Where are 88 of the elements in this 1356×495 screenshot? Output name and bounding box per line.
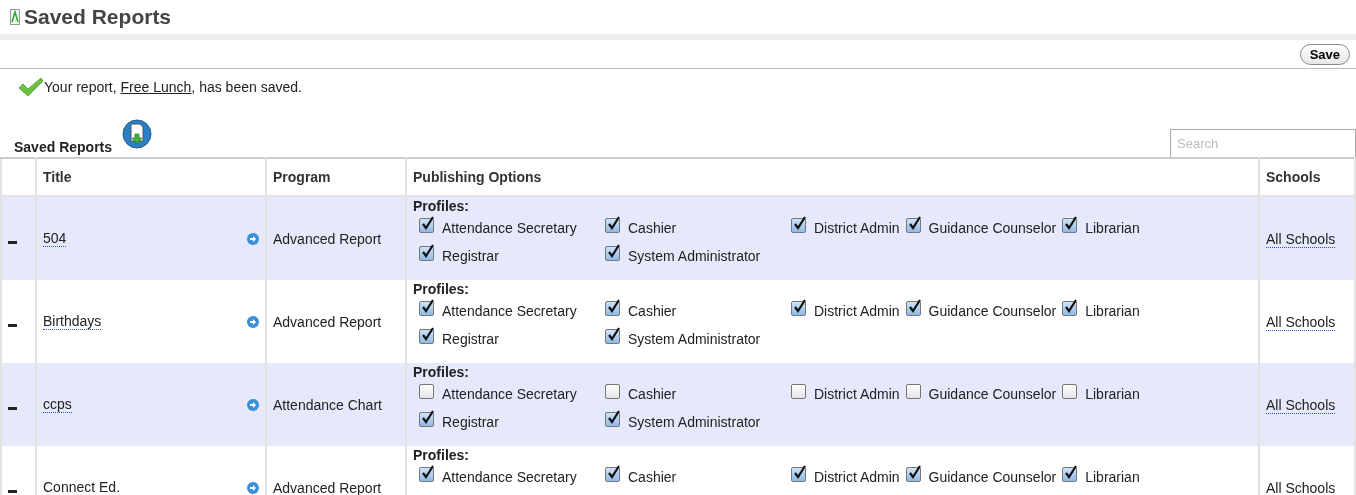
program-cell: Advanced Report: [273, 313, 382, 330]
checkbox[interactable]: [791, 300, 806, 316]
checkbox[interactable]: [791, 217, 806, 233]
profile-label: Cashier: [628, 220, 677, 236]
profile-label: Librarian: [1085, 469, 1140, 485]
section-title: Saved Reports: [14, 139, 113, 155]
checkbox[interactable]: [905, 466, 921, 482]
profile-label: System Administrator: [628, 414, 761, 430]
checkbox[interactable]: [419, 328, 434, 344]
checkbox[interactable]: [605, 411, 620, 427]
profile-label: Guidance Counselor: [928, 469, 1057, 485]
profile-label: District Admin: [814, 303, 900, 319]
checkbox[interactable]: [1062, 217, 1078, 233]
checkbox[interactable]: [419, 411, 434, 427]
checkbox[interactable]: [605, 245, 620, 261]
profile-label: System Administrator: [628, 331, 761, 347]
profile-label: Cashier: [628, 469, 677, 485]
profile-label: Registrar: [442, 414, 499, 430]
program-cell: Advanced Report: [273, 230, 382, 247]
page-title: Saved Reports: [24, 5, 172, 29]
profile-label: System Administrator: [628, 248, 761, 264]
checkbox[interactable]: [419, 300, 434, 316]
schools-link[interactable]: All Schools: [1266, 230, 1336, 248]
checkbox[interactable]: [605, 383, 620, 399]
collapse-icon[interactable]: [8, 406, 17, 410]
report-title-link[interactable]: Birthdays: [43, 313, 102, 330]
profile-label: Librarian: [1085, 386, 1140, 402]
checkbox[interactable]: [1062, 300, 1078, 316]
checkbox[interactable]: [791, 466, 806, 482]
profile-label: District Admin: [814, 220, 900, 236]
profiles-label: Profiles:: [413, 198, 470, 214]
column-header: Title: [36, 158, 266, 196]
checkbox[interactable]: [605, 300, 620, 316]
profile-label: Attendance Secretary: [442, 303, 577, 319]
save-button[interactable]: Save: [1299, 43, 1350, 65]
chart-icon: [10, 9, 20, 25]
arrow-circle-icon[interactable]: [247, 232, 259, 245]
column-header: Publishing Options: [406, 158, 1259, 196]
report-title-link[interactable]: Connect Ed.: [43, 479, 121, 495]
profile-label: Librarian: [1085, 303, 1140, 319]
profiles-label: Profiles:: [413, 281, 470, 297]
checkbox[interactable]: [419, 245, 434, 261]
profiles-label: Profiles:: [413, 447, 470, 463]
profile-label: District Admin: [814, 386, 900, 402]
search-field[interactable]: Search: [1170, 129, 1356, 157]
profile-label: Registrar: [442, 248, 499, 264]
schools-link[interactable]: All Schools: [1266, 479, 1336, 495]
schools-link[interactable]: All Schools: [1266, 313, 1336, 331]
checkbox[interactable]: [605, 217, 620, 233]
checkbox[interactable]: [605, 466, 620, 482]
program-cell: Advanced Report: [273, 479, 382, 495]
profile-label: Attendance Secretary: [442, 386, 577, 402]
collapse-icon[interactable]: [8, 240, 17, 244]
profile-label: Guidance Counselor: [928, 386, 1057, 402]
checkbox[interactable]: [419, 217, 434, 233]
profile-label: Cashier: [628, 386, 677, 402]
download-icon[interactable]: [122, 119, 153, 149]
checkbox[interactable]: [905, 217, 921, 233]
checkbox[interactable]: [1062, 383, 1078, 399]
arrow-circle-icon[interactable]: [247, 315, 259, 328]
arrow-circle-icon[interactable]: [247, 481, 259, 494]
program-cell: Attendance Chart: [273, 396, 382, 413]
profile-label: Librarian: [1085, 220, 1140, 236]
report-title-link[interactable]: ccps: [43, 396, 72, 413]
schools-link[interactable]: All Schools: [1266, 396, 1336, 414]
checkmark-icon: [18, 77, 44, 97]
column-header: Schools: [1259, 158, 1355, 196]
arrow-circle-icon[interactable]: [247, 398, 259, 411]
profile-label: Registrar: [442, 331, 499, 347]
checkbox[interactable]: [1062, 466, 1078, 482]
profiles-label: Profiles:: [413, 364, 470, 380]
column-header: Program: [266, 158, 406, 196]
profile-label: Guidance Counselor: [928, 303, 1057, 319]
profile-label: District Admin: [814, 469, 900, 485]
profile-label: Cashier: [628, 303, 677, 319]
save-message: Your report, Free Lunch, has been saved.: [44, 79, 302, 95]
checkbox[interactable]: [905, 300, 921, 316]
collapse-icon[interactable]: [8, 323, 17, 327]
collapse-icon[interactable]: [8, 489, 17, 493]
profile-label: Attendance Secretary: [442, 469, 577, 485]
checkbox[interactable]: [791, 383, 806, 399]
profile-label: Guidance Counselor: [928, 220, 1057, 236]
profile-label: Attendance Secretary: [442, 220, 577, 236]
checkbox[interactable]: [419, 383, 434, 399]
checkbox[interactable]: [605, 328, 620, 344]
checkbox[interactable]: [905, 383, 921, 399]
report-title-link[interactable]: 504: [43, 230, 67, 247]
checkbox[interactable]: [419, 466, 434, 482]
